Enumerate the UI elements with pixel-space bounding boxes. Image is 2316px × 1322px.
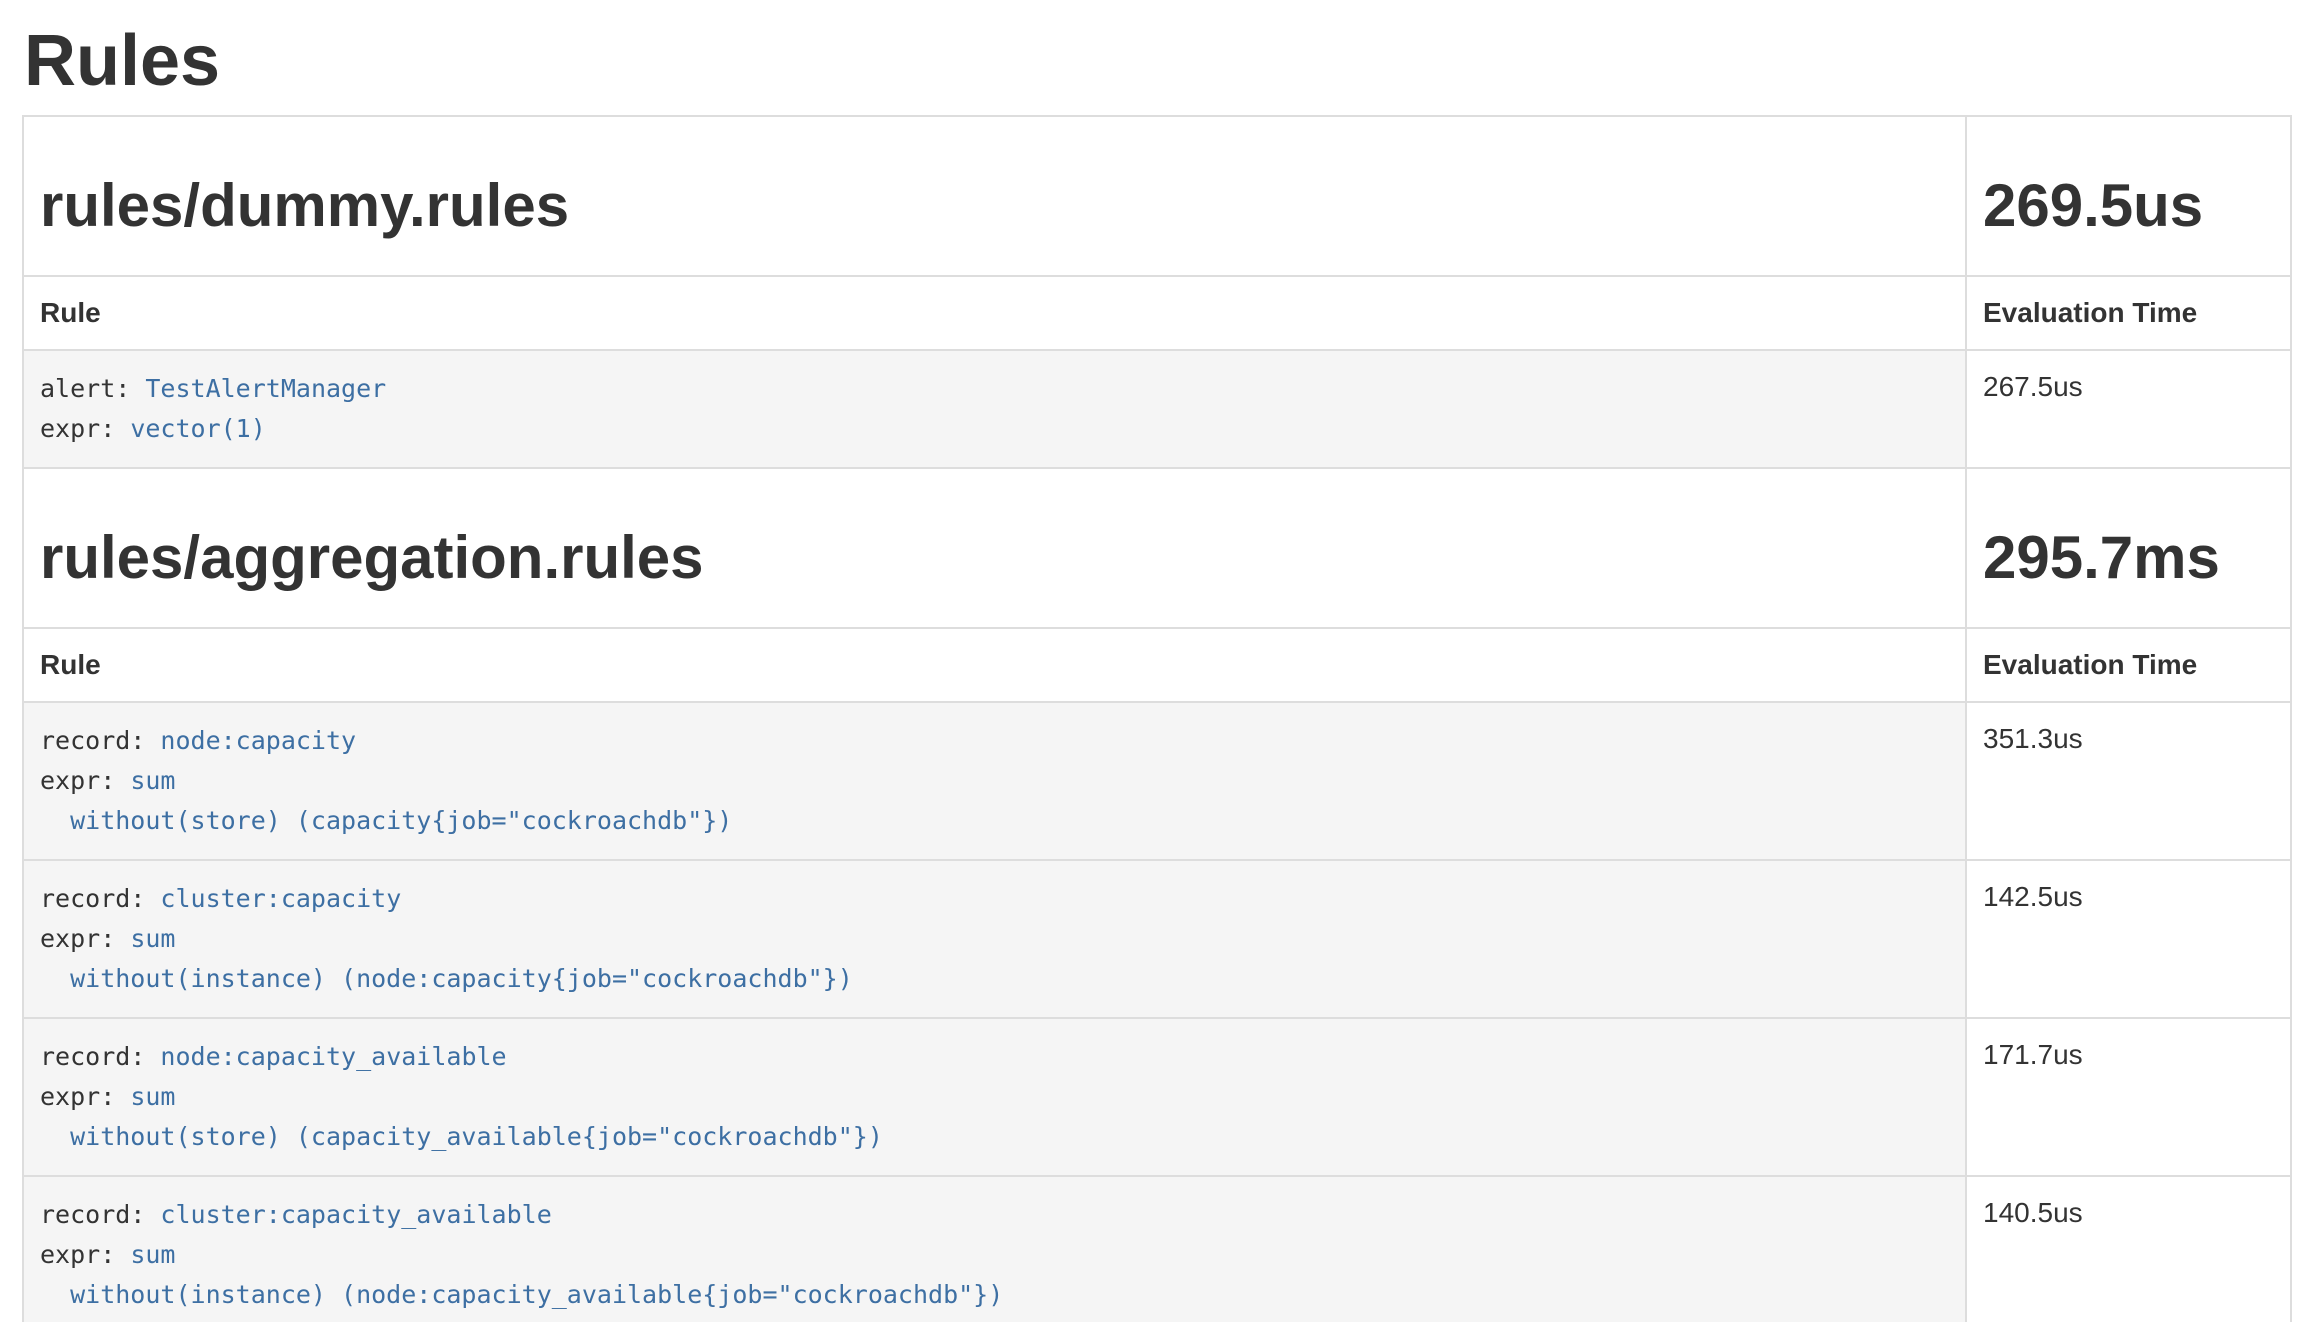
rule-definition: record: cluster:capacity_available expr:… [40, 1195, 1949, 1315]
group-evaluation-time: 269.5us [1983, 173, 2274, 239]
page-title: Rules [24, 22, 2294, 101]
rule-keyword: expr: [40, 1082, 115, 1111]
group-evaluation-time-cell: 295.7ms [1966, 468, 2291, 628]
evaluation-time-cell: 267.5us [1966, 350, 2291, 468]
group-evaluation-time-cell: 269.5us [1966, 116, 2291, 276]
rule-row: record: cluster:capacity_available expr:… [23, 1176, 2291, 1322]
rule-row: record: node:capacity expr: sum without(… [23, 702, 2291, 860]
rule-keyword: expr: [40, 766, 115, 795]
rule-cell: record: cluster:capacity_available expr:… [23, 1176, 1966, 1322]
rule-keyword: record: [40, 1200, 145, 1229]
rule-keyword: record: [40, 726, 145, 755]
evaluation-time-cell: 140.5us [1966, 1176, 2291, 1322]
rule-definition: record: node:capacity_available expr: su… [40, 1037, 1949, 1157]
group-name-cell: rules/aggregation.rules [23, 468, 1966, 628]
rules-table: rules/dummy.rules 269.5us Rule Evaluatio… [22, 115, 2292, 1322]
rule-expr-link[interactable]: sum without(store) (capacity{job="cockro… [40, 766, 732, 835]
record-name-link[interactable]: cluster:capacity [160, 884, 401, 913]
rule-keyword: expr: [40, 924, 115, 953]
evaluation-time-column-header: Evaluation Time [1966, 628, 2291, 702]
evaluation-time-cell: 351.3us [1966, 702, 2291, 860]
rule-definition: alert: TestAlertManager expr: vector(1) [40, 369, 1949, 449]
rule-column-header: Rule [23, 628, 1966, 702]
rule-expr-link[interactable]: sum without(store) (capacity_available{j… [40, 1082, 883, 1151]
record-name-link[interactable]: node:capacity [160, 726, 356, 755]
group-name-cell: rules/dummy.rules [23, 116, 1966, 276]
column-header-row: Rule Evaluation Time [23, 276, 2291, 350]
group-name: rules/aggregation.rules [40, 525, 1949, 591]
evaluation-time-column-header: Evaluation Time [1966, 276, 2291, 350]
rule-cell: record: node:capacity expr: sum without(… [23, 702, 1966, 860]
group-evaluation-time: 295.7ms [1983, 525, 2274, 591]
rule-definition: record: node:capacity expr: sum without(… [40, 721, 1949, 841]
column-header-row: Rule Evaluation Time [23, 628, 2291, 702]
rule-keyword: record: [40, 884, 145, 913]
rule-row: alert: TestAlertManager expr: vector(1) … [23, 350, 2291, 468]
rule-column-header: Rule [23, 276, 1966, 350]
record-name-link[interactable]: cluster:capacity_available [160, 1200, 551, 1229]
rule-keyword: record: [40, 1042, 145, 1071]
rule-row: record: cluster:capacity expr: sum witho… [23, 860, 2291, 1018]
rule-definition: record: cluster:capacity expr: sum witho… [40, 879, 1949, 999]
group-name: rules/dummy.rules [40, 173, 1949, 239]
rules-page: Rules rules/dummy.rules 269.5us Rule Eva… [22, 22, 2294, 1322]
evaluation-time-cell: 142.5us [1966, 860, 2291, 1018]
rule-keyword: expr: [40, 1240, 115, 1269]
rule-cell: alert: TestAlertManager expr: vector(1) [23, 350, 1966, 468]
rule-expr-link[interactable]: sum without(instance) (node:capacity_ava… [40, 1240, 1003, 1309]
rule-keyword: alert: [40, 374, 130, 403]
evaluation-time-cell: 171.7us [1966, 1018, 2291, 1176]
rule-cell: record: node:capacity_available expr: su… [23, 1018, 1966, 1176]
record-name-link[interactable]: node:capacity_available [160, 1042, 506, 1071]
rule-row: record: node:capacity_available expr: su… [23, 1018, 2291, 1176]
alert-name-link[interactable]: TestAlertManager [145, 374, 386, 403]
rule-expr-link[interactable]: vector(1) [130, 414, 265, 443]
group-header-row: rules/dummy.rules 269.5us [23, 116, 2291, 276]
group-header-row: rules/aggregation.rules 295.7ms [23, 468, 2291, 628]
rule-expr-link[interactable]: sum without(instance) (node:capacity{job… [40, 924, 853, 993]
rule-keyword: expr: [40, 414, 115, 443]
rule-cell: record: cluster:capacity expr: sum witho… [23, 860, 1966, 1018]
